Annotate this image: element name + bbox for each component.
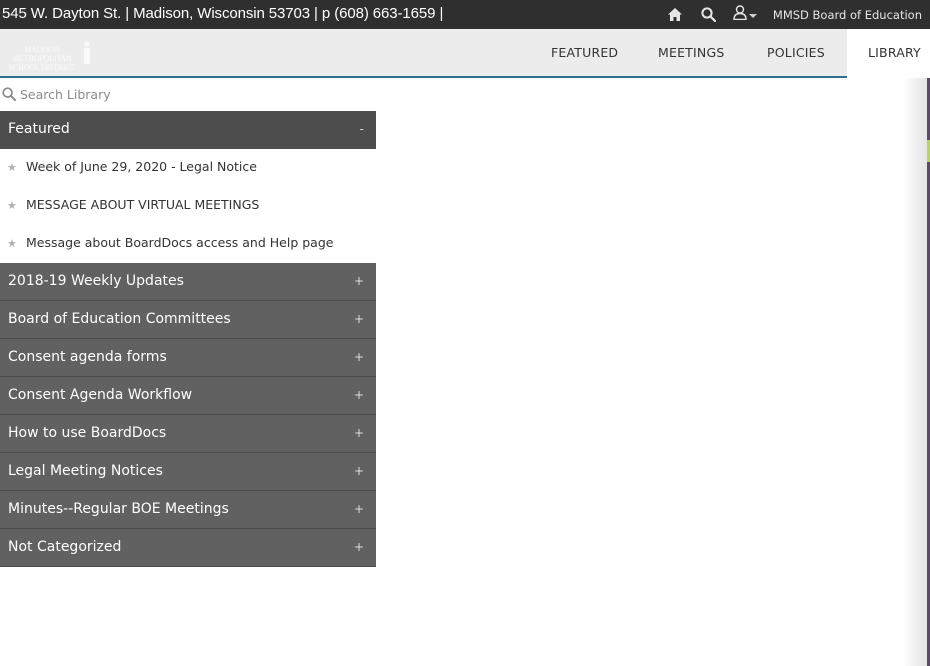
search-input[interactable]: [20, 86, 360, 102]
featured-item[interactable]: ★ Message about BoardDocs access and Hel…: [0, 225, 376, 263]
expand-toggle[interactable]: +: [354, 415, 364, 451]
section-title: How to use BoardDocs: [8, 425, 167, 441]
tab-policies[interactable]: POLICIES: [767, 29, 825, 76]
user-menu[interactable]: [733, 5, 757, 24]
search-icon: [2, 87, 16, 101]
section-title: Legal Meeting Notices: [8, 463, 163, 479]
expand-toggle[interactable]: +: [354, 491, 364, 527]
library-search: [0, 84, 376, 104]
tab-featured[interactable]: FEATURED: [551, 29, 618, 76]
star-icon: ★: [7, 237, 17, 250]
library-list: Featured - ★ Week of June 29, 2020 - Leg…: [0, 111, 376, 567]
featured-item[interactable]: ★ MESSAGE ABOUT VIRTUAL MEETINGS: [0, 187, 376, 225]
expand-toggle[interactable]: +: [354, 453, 364, 489]
tab-library[interactable]: LIBRARY: [847, 29, 930, 78]
section-how-to-use-boarddocs[interactable]: How to use BoardDocs +: [0, 415, 376, 453]
nav-tabs: FEATURED MEETINGS POLICIES LIBRARY: [0, 29, 930, 78]
main-navbar: MADISON METROPOLITAN SCHOOL DISTRICT FEA…: [0, 29, 930, 78]
section-title: Minutes--Regular BOE Meetings: [8, 501, 229, 517]
section-title: Board of Education Committees: [8, 311, 231, 327]
org-name-link[interactable]: MMSD Board of Education: [773, 8, 922, 22]
section-featured[interactable]: Featured -: [0, 111, 376, 149]
expand-toggle[interactable]: +: [354, 301, 364, 337]
section-consent-agenda-workflow[interactable]: Consent Agenda Workflow +: [0, 377, 376, 415]
featured-item-label: MESSAGE ABOUT VIRTUAL MEETINGS: [26, 197, 260, 212]
top-icons: MMSD Board of Education: [651, 0, 922, 29]
section-title: 2018-19 Weekly Updates: [8, 273, 184, 289]
section-title: Consent agenda forms: [8, 349, 167, 365]
section-consent-agenda-forms[interactable]: Consent agenda forms +: [0, 339, 376, 377]
section-title: Featured: [8, 121, 70, 137]
district-address: 545 W. Dayton St. | Madison, Wisconsin 5…: [2, 5, 444, 22]
featured-item-label: Week of June 29, 2020 - Legal Notice: [26, 159, 257, 174]
expand-toggle[interactable]: +: [354, 263, 364, 299]
section-not-categorized[interactable]: Not Categorized +: [0, 529, 376, 567]
featured-item-label: Message about BoardDocs access and Help …: [26, 235, 334, 250]
search-icon[interactable]: [699, 5, 719, 25]
expand-toggle[interactable]: +: [354, 339, 364, 375]
expand-toggle[interactable]: +: [354, 529, 364, 565]
panel-shadow: [903, 78, 928, 666]
section-legal-meeting-notices[interactable]: Legal Meeting Notices +: [0, 453, 376, 491]
star-icon: ★: [7, 199, 17, 212]
home-icon[interactable]: [665, 5, 685, 25]
section-title: Not Categorized: [8, 539, 122, 555]
star-icon: ★: [7, 161, 17, 174]
section-board-of-education-committees[interactable]: Board of Education Committees +: [0, 301, 376, 339]
chevron-down-icon: [748, 13, 757, 18]
expand-toggle[interactable]: +: [354, 377, 364, 413]
tab-meetings[interactable]: MEETINGS: [658, 29, 724, 76]
top-utility-bar: 545 W. Dayton St. | Madison, Wisconsin 5…: [0, 0, 930, 29]
section-minutes-regular-boe-meetings[interactable]: Minutes--Regular BOE Meetings +: [0, 491, 376, 529]
section-title: Consent Agenda Workflow: [8, 387, 193, 403]
collapse-toggle[interactable]: -: [360, 111, 364, 147]
user-icon: [733, 5, 747, 24]
featured-item[interactable]: ★ Week of June 29, 2020 - Legal Notice: [0, 149, 376, 187]
section-2018-19-weekly-updates[interactable]: 2018-19 Weekly Updates +: [0, 263, 376, 301]
